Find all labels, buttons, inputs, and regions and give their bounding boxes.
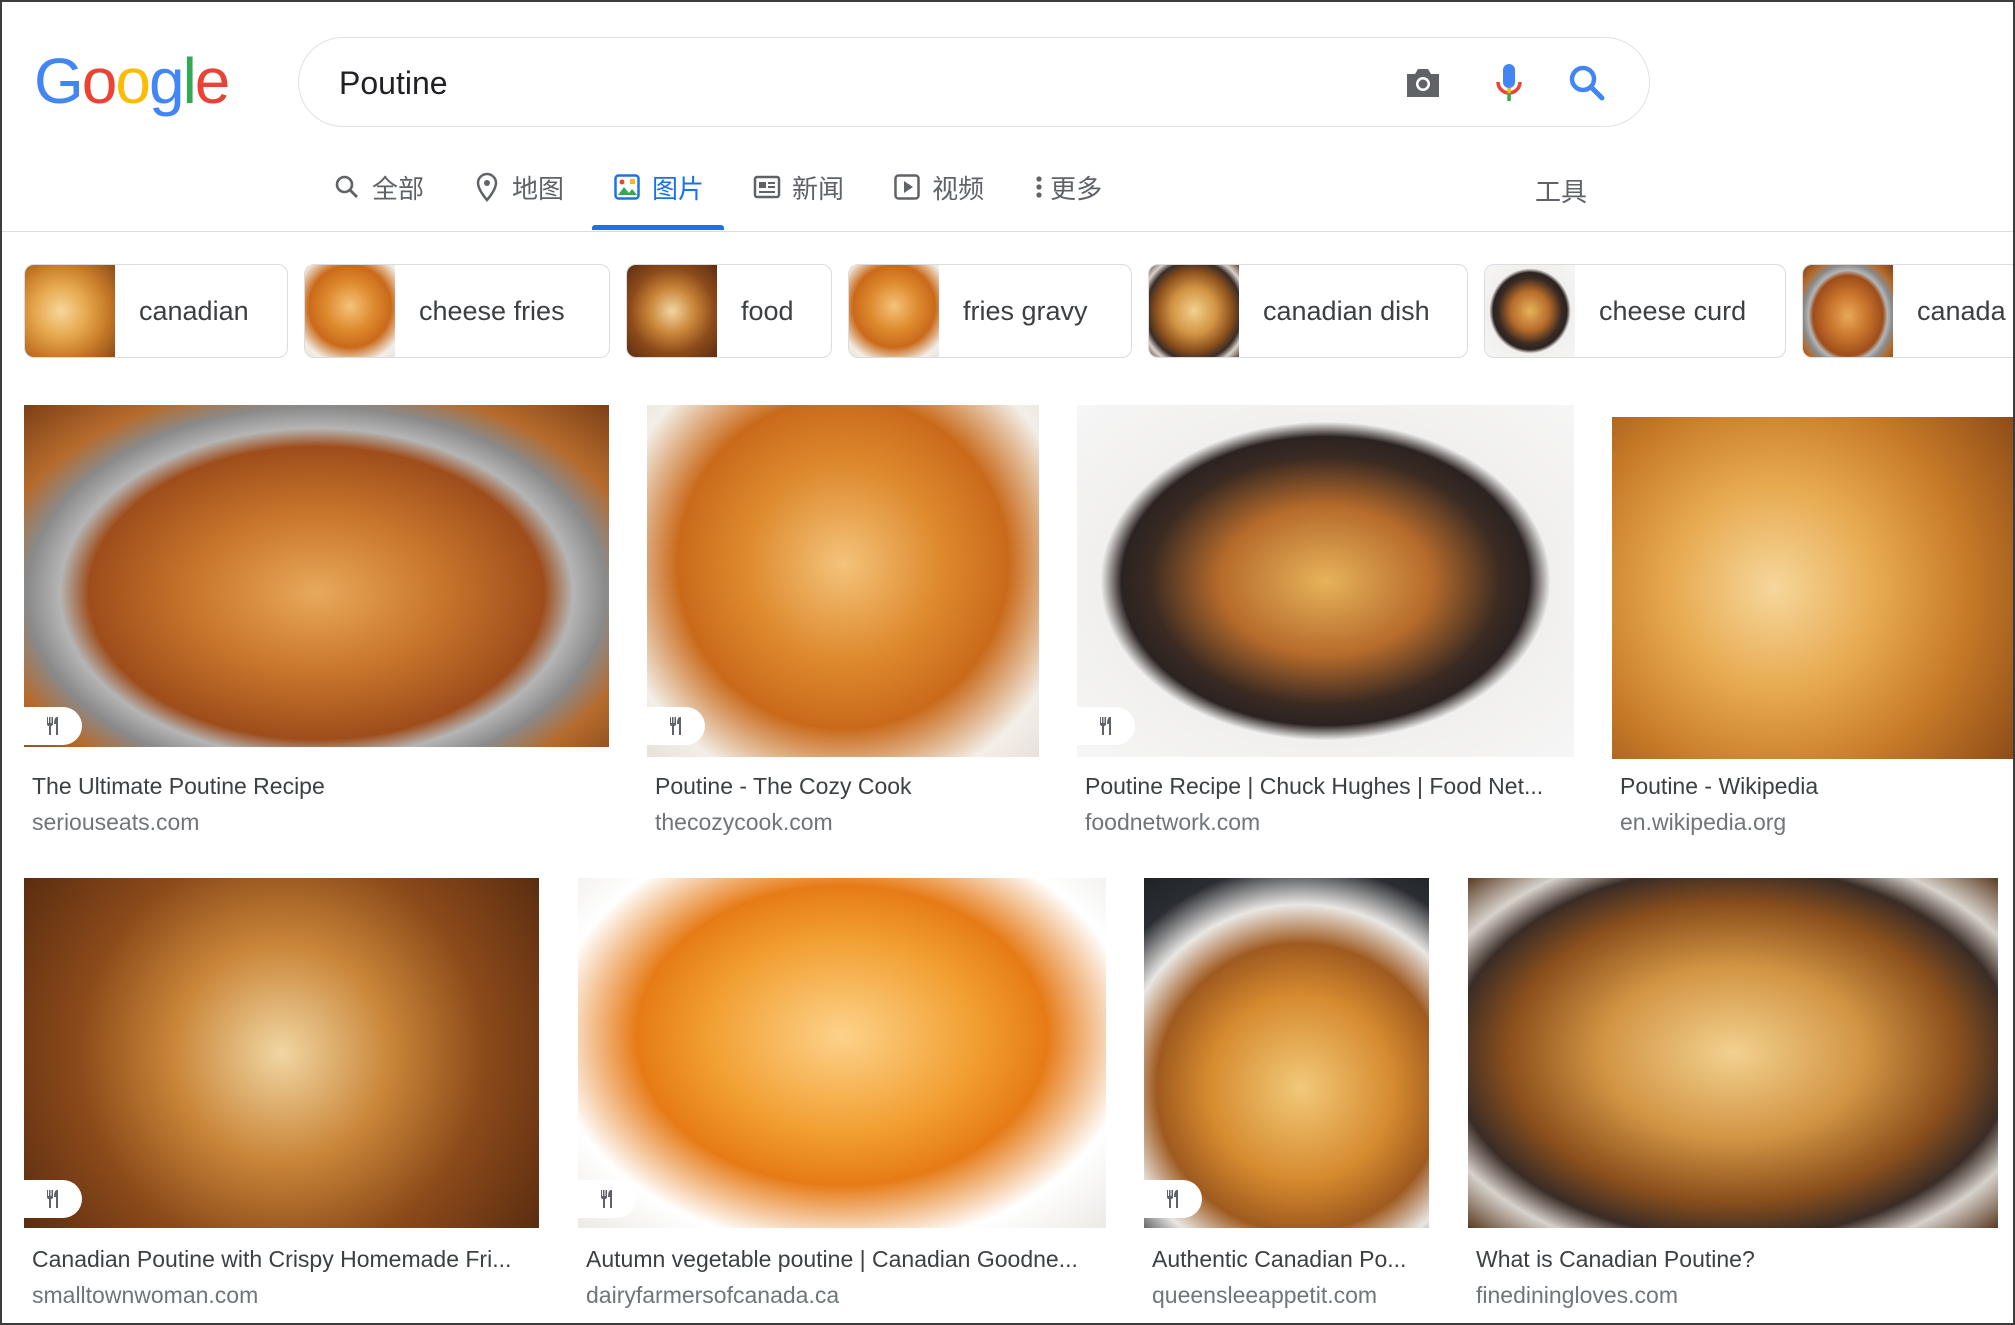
result-title[interactable]: Authentic Canadian Po... bbox=[1152, 1246, 1432, 1273]
camera-icon[interactable] bbox=[1399, 60, 1447, 106]
logo-letter: l bbox=[182, 45, 197, 117]
result-source[interactable]: finediningloves.com bbox=[1476, 1282, 1678, 1309]
search-icon[interactable] bbox=[1563, 60, 1611, 106]
image-result[interactable]: What is Canadian Poutine? finedininglove… bbox=[1468, 878, 1998, 1318]
result-image[interactable] bbox=[578, 878, 1106, 1228]
more-vert-icon bbox=[1032, 172, 1046, 202]
image-result[interactable]: Poutine Recipe | Chuck Hughes | Food Net… bbox=[1077, 405, 1574, 845]
image-result[interactable]: Autumn vegetable poutine | Canadian Good… bbox=[578, 878, 1106, 1318]
result-source[interactable]: queensleeappetit.com bbox=[1152, 1282, 1377, 1309]
image-result[interactable]: Poutine - The Cozy Cook thecozycook.com bbox=[647, 405, 1039, 845]
result-image[interactable] bbox=[24, 405, 609, 747]
tab-more[interactable]: 更多 bbox=[1032, 162, 1102, 212]
tab-news[interactable]: 新闻 bbox=[752, 162, 844, 212]
result-source[interactable]: dairyfarmersofcanada.ca bbox=[586, 1282, 839, 1309]
search-box bbox=[298, 37, 1650, 127]
chip-thumbnail bbox=[25, 265, 115, 357]
result-source[interactable]: thecozycook.com bbox=[655, 809, 833, 836]
tab-maps[interactable]: 地图 bbox=[472, 162, 564, 212]
result-image[interactable] bbox=[1144, 878, 1429, 1228]
related-searches: canadian cheese fries food fries gravy c… bbox=[24, 264, 2013, 358]
result-source[interactable]: en.wikipedia.org bbox=[1620, 809, 1786, 836]
logo-letter: o bbox=[81, 45, 118, 117]
tab-images[interactable]: 图片 bbox=[592, 162, 725, 230]
chip-label: canadian dish bbox=[1263, 295, 1430, 326]
chip-canadian-dish[interactable]: canadian dish bbox=[1148, 264, 1468, 358]
result-title[interactable]: Poutine Recipe | Chuck Hughes | Food Net… bbox=[1085, 773, 1570, 800]
recipe-icon bbox=[1077, 707, 1135, 745]
result-source[interactable]: foodnetwork.com bbox=[1085, 809, 1260, 836]
result-title[interactable]: What is Canadian Poutine? bbox=[1476, 1246, 1996, 1273]
microphone-icon[interactable] bbox=[1485, 60, 1533, 106]
recipe-icon bbox=[578, 1180, 636, 1218]
browser-frame: Google 全部 地图 图片 新闻 bbox=[0, 0, 2015, 1325]
chip-fries-gravy[interactable]: fries gravy bbox=[848, 264, 1132, 358]
logo-letter: g bbox=[148, 45, 185, 117]
result-image[interactable] bbox=[24, 878, 539, 1228]
tab-label: 新闻 bbox=[792, 173, 845, 204]
result-title[interactable]: Canadian Poutine with Crispy Homemade Fr… bbox=[32, 1246, 542, 1273]
chip-food[interactable]: food bbox=[626, 264, 832, 358]
tab-label: 地图 bbox=[512, 173, 565, 204]
tab-label: 图片 bbox=[652, 173, 705, 204]
chip-cheese-fries[interactable]: cheese fries bbox=[304, 264, 610, 358]
tools-button[interactable]: 工具 bbox=[1535, 172, 1587, 209]
chip-thumbnail bbox=[849, 265, 939, 357]
map-pin-icon bbox=[472, 172, 502, 202]
logo-letter: e bbox=[194, 45, 231, 117]
search-tabs: 全部 地图 图片 新闻 视频 更多 bbox=[332, 162, 1150, 232]
result-image[interactable] bbox=[647, 405, 1039, 757]
recipe-icon bbox=[1144, 1180, 1202, 1218]
tab-all[interactable]: 全部 bbox=[332, 162, 424, 212]
tab-label: 更多 bbox=[1050, 173, 1103, 204]
image-result[interactable]: Authentic Canadian Po... queensleeappeti… bbox=[1144, 878, 1429, 1318]
image-result[interactable]: Canadian Poutine with Crispy Homemade Fr… bbox=[24, 878, 539, 1318]
search-input[interactable] bbox=[339, 58, 1339, 108]
result-source[interactable]: smalltownwoman.com bbox=[32, 1282, 258, 1309]
chip-thumbnail bbox=[1803, 265, 1893, 357]
tab-label: 视频 bbox=[932, 173, 985, 204]
result-title[interactable]: Poutine - Wikipedia bbox=[1620, 773, 2013, 800]
chip-label: cheese fries bbox=[419, 295, 565, 326]
image-icon bbox=[612, 172, 642, 202]
chip-label: food bbox=[741, 295, 794, 326]
tab-videos[interactable]: 视频 bbox=[892, 162, 984, 212]
recipe-icon bbox=[647, 707, 705, 745]
recipe-icon bbox=[24, 1180, 82, 1218]
video-icon bbox=[892, 172, 922, 202]
image-result[interactable]: The Ultimate Poutine Recipe seriouseats.… bbox=[24, 405, 609, 845]
chip-thumbnail bbox=[1149, 265, 1239, 357]
google-logo[interactable]: Google bbox=[34, 45, 231, 117]
recipe-icon bbox=[24, 707, 82, 745]
result-image[interactable] bbox=[1077, 405, 1574, 757]
chip-label: fries gravy bbox=[963, 295, 1088, 326]
result-title[interactable]: The Ultimate Poutine Recipe bbox=[32, 773, 602, 800]
result-image[interactable] bbox=[1612, 417, 2013, 759]
chip-thumbnail bbox=[305, 265, 395, 357]
result-title[interactable]: Autumn vegetable poutine | Canadian Good… bbox=[586, 1246, 1106, 1273]
result-source[interactable]: seriouseats.com bbox=[32, 809, 199, 836]
chip-canada[interactable]: canada bbox=[1802, 264, 2013, 358]
logo-letter: o bbox=[115, 45, 151, 117]
result-title[interactable]: Poutine - The Cozy Cook bbox=[655, 773, 1035, 800]
logo-letter: G bbox=[34, 45, 84, 117]
chip-label: canada bbox=[1917, 295, 2006, 326]
chip-cheese-curd[interactable]: cheese curd bbox=[1484, 264, 1786, 358]
chip-thumbnail bbox=[1485, 265, 1575, 357]
result-image[interactable] bbox=[1468, 878, 1998, 1228]
news-icon bbox=[752, 172, 782, 202]
header-divider bbox=[2, 231, 2013, 232]
chip-label: cheese curd bbox=[1599, 295, 1747, 326]
tab-label: 全部 bbox=[372, 173, 425, 204]
chip-canadian[interactable]: canadian bbox=[24, 264, 288, 358]
image-result[interactable]: Poutine - Wikipedia en.wikipedia.org bbox=[1612, 405, 2013, 845]
chip-label: canadian bbox=[139, 295, 249, 326]
search-icon bbox=[332, 172, 362, 202]
chip-thumbnail bbox=[627, 265, 717, 357]
